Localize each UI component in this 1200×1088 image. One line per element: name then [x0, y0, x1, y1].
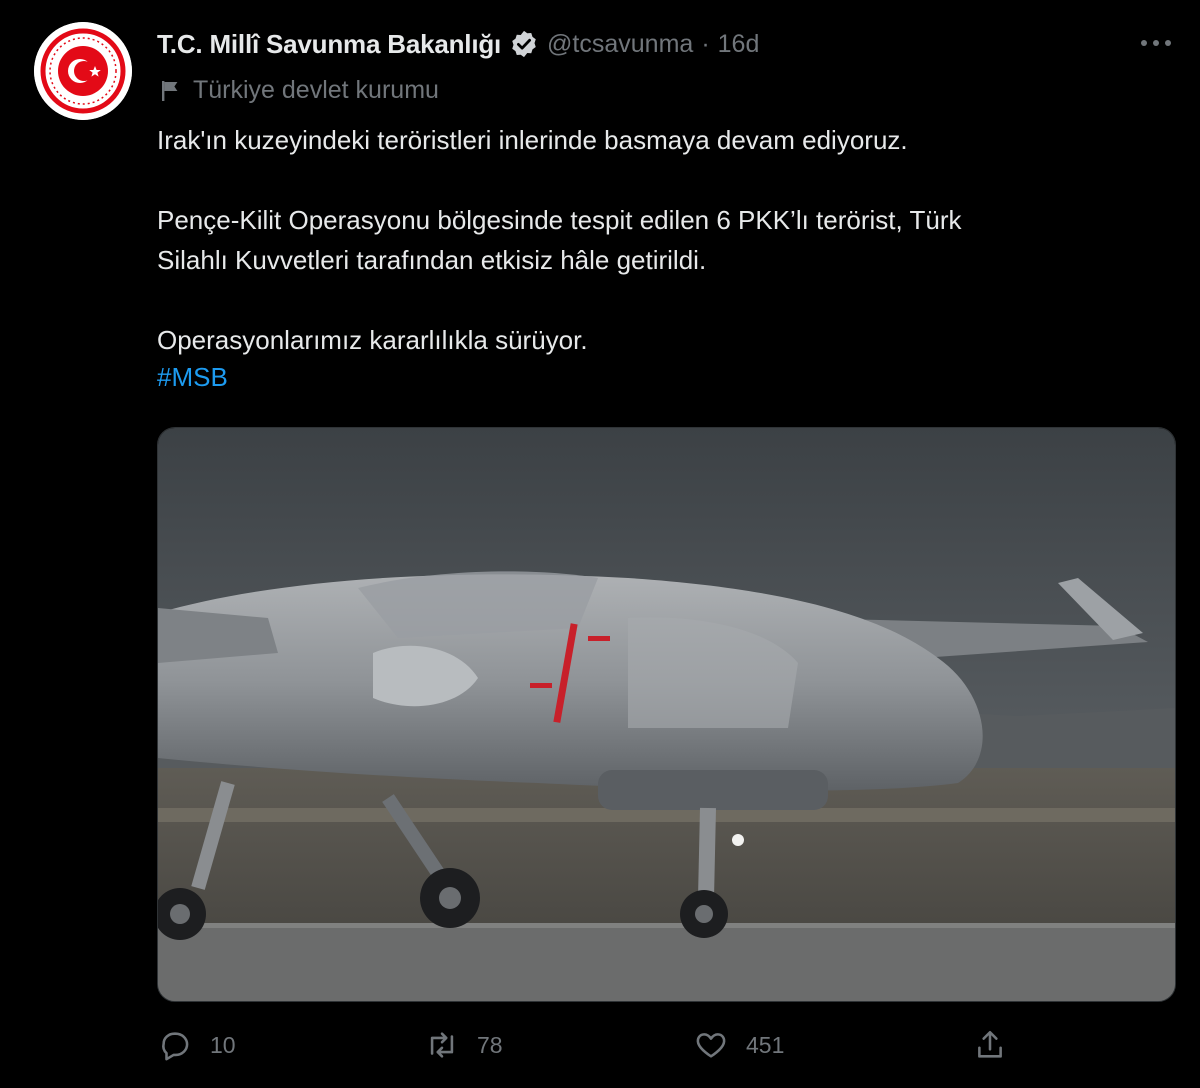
- separator-dot: ·: [701, 29, 710, 58]
- retweet-count: 78: [477, 1031, 503, 1058]
- hashtag-link[interactable]: #MSB: [157, 362, 228, 393]
- account-label[interactable]: Türkiye devlet kurumu: [159, 76, 439, 105]
- account-handle[interactable]: @tcsavunma: [547, 30, 693, 59]
- tweet-text-line-1: Irak'ın kuzeyindeki teröristleri inlerin…: [157, 125, 908, 155]
- verified-badge-icon: [512, 30, 536, 58]
- heart-icon: [696, 1033, 726, 1058]
- drone-photo: [158, 428, 1175, 1001]
- tweet[interactable]: T.C. Millî Savunma Bakanlığı @tcsavunma …: [0, 0, 1200, 1088]
- reply-button[interactable]: 10: [158, 1020, 236, 1070]
- retweet-button[interactable]: 78: [425, 1020, 503, 1070]
- tweet-text-line-2: Pençe-Kilit Operasyonu bölgesinde tespit…: [157, 205, 962, 235]
- more-options-icon[interactable]: [1138, 30, 1174, 56]
- tweet-action-bar: 10 78 451: [0, 1020, 1200, 1070]
- retweet-icon: [430, 1032, 454, 1058]
- share-button[interactable]: [973, 1020, 1007, 1070]
- reply-count: 10: [210, 1031, 236, 1058]
- reply-icon: [162, 1032, 189, 1061]
- flag-icon: [162, 80, 178, 101]
- tweet-header: T.C. Millî Savunma Bakanlığı @tcsavunma …: [157, 26, 759, 62]
- tweet-text-line-4: Operasyonlarımız kararlılıkla sürüyor.: [157, 325, 588, 355]
- account-label-text: Türkiye devlet kurumu: [193, 76, 439, 104]
- tweet-text-line-3: Silahlı Kuvvetleri tarafından etkisiz hâ…: [157, 245, 707, 275]
- tweet-media-image[interactable]: [157, 427, 1176, 1002]
- msb-emblem-icon: [34, 22, 132, 120]
- like-count: 451: [746, 1031, 785, 1058]
- tweet-timestamp[interactable]: 16d: [718, 30, 760, 59]
- account-name[interactable]: T.C. Millî Savunma Bakanlığı: [157, 29, 501, 60]
- like-button[interactable]: 451: [694, 1020, 784, 1070]
- share-icon: [978, 1030, 1002, 1058]
- account-avatar[interactable]: [34, 22, 132, 120]
